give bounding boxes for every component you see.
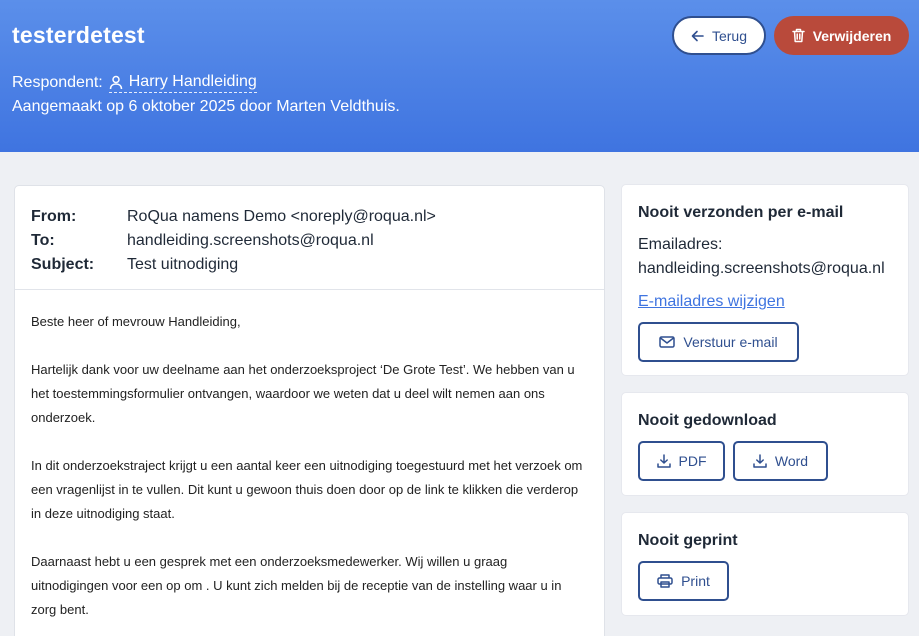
arrow-left-icon xyxy=(691,30,704,41)
email-status-title: Nooit verzonden per e-mail xyxy=(638,204,844,221)
page-title: testerdetest xyxy=(12,22,145,48)
print-status-title: Nooit geprint xyxy=(638,532,738,549)
download-icon xyxy=(753,454,767,468)
print-status-card: Nooit geprint Print xyxy=(621,512,909,616)
download-word-button[interactable]: Word xyxy=(733,441,828,481)
subject-row: Subject: Test uitnodiging xyxy=(31,253,588,277)
change-email-link[interactable]: E-mailadres wijzigen xyxy=(638,290,785,314)
delete-button[interactable]: Verwijderen xyxy=(774,16,909,55)
created-info: Aangemaakt op 6 oktober 2025 door Marten… xyxy=(12,98,400,115)
trash-icon xyxy=(791,28,805,43)
print-label: Print xyxy=(681,573,710,589)
email-address-value: handleiding.screenshots@roqua.nl xyxy=(638,260,885,277)
email-paragraph: Daarnaast hebt u een gesprek met een ond… xyxy=(31,554,562,617)
printer-icon xyxy=(657,574,673,588)
email-status-card: Nooit verzonden per e-mail Emailadres: h… xyxy=(621,184,909,376)
email-paragraph: In dit onderzoekstraject krijgt u een aa… xyxy=(31,458,583,521)
send-email-button[interactable]: Verstuur e-mail xyxy=(638,322,799,362)
subject-label: Subject: xyxy=(31,256,95,273)
respondent-link[interactable]: Harry Handleiding xyxy=(108,73,257,93)
download-status-card: Nooit gedownload PDF Word xyxy=(621,392,909,496)
email-address-label: Emailadres: xyxy=(638,236,723,253)
email-paragraph: Hartelijk dank voor uw deelname aan het … xyxy=(31,362,575,425)
print-button[interactable]: Print xyxy=(638,561,729,601)
delete-button-label: Verwijderen xyxy=(812,27,892,44)
respondent-label: Respondent: xyxy=(12,74,103,91)
respondent-line: Respondent: Harry Handleiding xyxy=(12,73,257,93)
page-header: testerdetest Respondent: Harry Handleidi… xyxy=(0,0,919,152)
to-value: handleiding.screenshots@roqua.nl xyxy=(127,232,374,249)
download-icon xyxy=(656,454,671,468)
download-pdf-button[interactable]: PDF xyxy=(638,441,725,481)
email-paragraph: Beste heer of mevrouw Handleiding, xyxy=(31,314,241,329)
word-label: Word xyxy=(774,453,809,469)
email-body: Beste heer of mevrouw Handleiding, Harte… xyxy=(15,290,604,622)
to-label: To: xyxy=(31,232,55,249)
from-label: From: xyxy=(31,208,77,225)
download-status-title: Nooit gedownload xyxy=(638,412,777,429)
user-icon xyxy=(109,75,122,89)
envelope-icon xyxy=(659,336,676,348)
back-button[interactable]: Terug xyxy=(672,16,766,55)
from-row: From: RoQua namens Demo <noreply@roqua.n… xyxy=(31,205,588,229)
to-row: To: handleiding.screenshots@roqua.nl xyxy=(31,229,588,253)
respondent-name: Harry Handleiding xyxy=(128,73,257,90)
pdf-label: PDF xyxy=(678,453,707,469)
send-email-label: Verstuur e-mail xyxy=(683,334,778,350)
subject-value: Test uitnodiging xyxy=(127,256,239,273)
from-value: RoQua namens Demo <noreply@roqua.nl> xyxy=(127,208,436,225)
email-address-info: Emailadres: handleiding.screenshots@roqu… xyxy=(638,233,892,281)
back-button-label: Terug xyxy=(711,27,748,44)
email-preview: From: RoQua namens Demo <noreply@roqua.n… xyxy=(14,185,605,636)
email-headers: From: RoQua namens Demo <noreply@roqua.n… xyxy=(15,186,604,290)
